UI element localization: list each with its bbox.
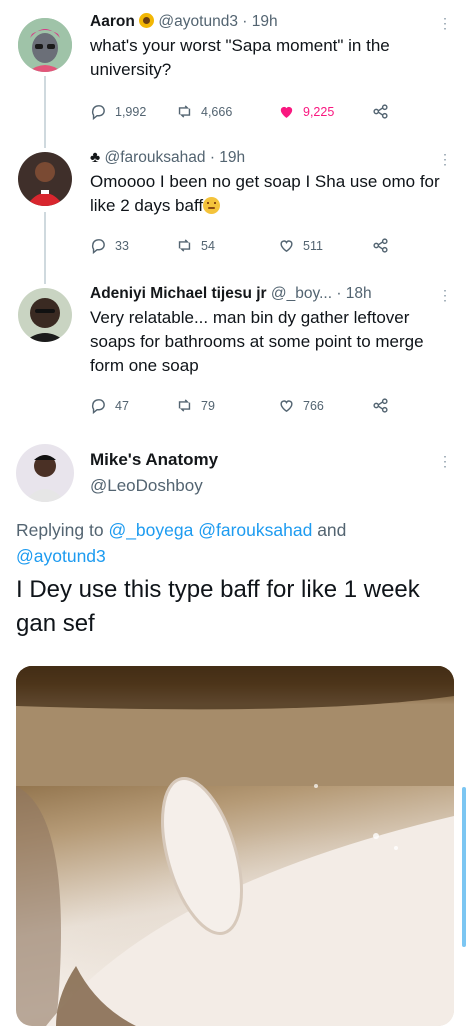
- retweet-count: 54: [201, 238, 215, 253]
- mention-link[interactable]: @farouksahad: [198, 520, 312, 540]
- avatar-farouksahad[interactable]: [18, 152, 72, 206]
- tweet-actions: 47 79 766: [90, 397, 390, 417]
- like-button[interactable]: 511: [278, 237, 323, 254]
- mention-link[interactable]: @_boyega: [108, 520, 193, 540]
- user-handle[interactable]: @_boy...: [271, 285, 332, 302]
- tweet-text: what's your worst "Sapa moment" in the u…: [90, 36, 390, 79]
- tweet-actions: 1,992 4,666 9,225: [90, 103, 390, 123]
- tweet-2[interactable]: ♣ @farouksahad · 19h Omoooo I been no ge…: [90, 148, 454, 218]
- retweet-button[interactable]: 54: [176, 237, 215, 254]
- retweet-button[interactable]: 4,666: [176, 103, 232, 120]
- weary-face-emoji-icon: [203, 197, 221, 214]
- main-tweet-text: I Dey use this type baff for like 1 week…: [16, 576, 420, 637]
- display-name[interactable]: Adeniyi Michael tijesu jr: [90, 285, 267, 302]
- timestamp[interactable]: · 19h: [242, 13, 277, 30]
- thread-line: [44, 76, 46, 148]
- club-suit-icon: ♣: [90, 149, 101, 166]
- like-button[interactable]: 9,225: [278, 103, 334, 120]
- thread-line: [44, 212, 46, 284]
- reply-button[interactable]: 33: [90, 237, 129, 254]
- retweet-icon: [178, 399, 191, 412]
- display-name[interactable]: Aaron: [90, 13, 135, 30]
- share-button[interactable]: [372, 397, 389, 414]
- reply-button[interactable]: 47: [90, 397, 129, 414]
- scrollbar-thumb[interactable]: [462, 787, 466, 947]
- tweet-text: Very relatable... man bin dy gather left…: [90, 308, 424, 375]
- like-count: 511: [303, 238, 323, 253]
- more-vertical-icon[interactable]: ⋮: [438, 152, 452, 166]
- retweet-count: 79: [201, 398, 215, 413]
- mention-link[interactable]: @ayotund3: [16, 546, 106, 566]
- user-handle[interactable]: @farouksahad: [104, 149, 205, 166]
- tweet-3[interactable]: Adeniyi Michael tijesu jr @_boy... · 18h…: [90, 284, 454, 378]
- reply-count: 1,992: [115, 104, 147, 119]
- avatar-photo-icon: [18, 152, 72, 206]
- tweet-text-content: Omoooo I been no get soap I Sha use omo …: [90, 172, 440, 215]
- reply-icon: [91, 239, 105, 254]
- share-icon: [373, 104, 388, 119]
- user-handle[interactable]: @ayotund3: [158, 13, 238, 30]
- replying-to-label: Replying to: [16, 520, 104, 540]
- tweet-text: Omoooo I been no get soap I Sha use omo …: [90, 170, 454, 218]
- user-handle[interactable]: @LeoDoshboy: [90, 474, 454, 498]
- like-count: 9,225: [303, 104, 335, 119]
- avatar-adeniyi[interactable]: [18, 288, 72, 342]
- replying-to: Replying to @_boyega @farouksahad and @a…: [16, 517, 450, 569]
- avatar-mikes-anatomy[interactable]: [16, 444, 74, 502]
- reply-icon: [91, 399, 105, 414]
- display-name[interactable]: Mike's Anatomy: [90, 448, 454, 472]
- heart-icon: [280, 400, 293, 413]
- reply-icon: [91, 105, 105, 120]
- timestamp[interactable]: · 19h: [210, 149, 245, 166]
- retweet-count: 4,666: [201, 104, 233, 119]
- tweet-actions: 33 54 511: [90, 237, 390, 257]
- share-icon: [373, 238, 388, 253]
- reply-button[interactable]: 1,992: [90, 103, 146, 120]
- like-count: 766: [303, 398, 324, 413]
- avatar-photo-icon: [16, 444, 74, 502]
- more-vertical-icon[interactable]: ⋮: [438, 288, 452, 302]
- soap-photo-illustration: [16, 666, 454, 1026]
- reply-count: 33: [115, 238, 129, 253]
- and-label: and: [317, 520, 347, 540]
- share-button[interactable]: [372, 103, 389, 120]
- heart-icon: [280, 240, 293, 253]
- share-icon: [373, 398, 388, 413]
- share-button[interactable]: [372, 237, 389, 254]
- tweet-1[interactable]: Aaron @ayotund3 · 19h what's your worst …: [90, 12, 454, 82]
- sunflower-emoji-icon: [139, 13, 155, 28]
- more-vertical-icon[interactable]: ⋮: [438, 454, 452, 468]
- like-button[interactable]: 766: [278, 397, 324, 414]
- avatar-illustration-icon: [18, 18, 72, 72]
- more-vertical-icon[interactable]: ⋮: [438, 16, 452, 30]
- heart-icon: [280, 106, 293, 118]
- avatar-photo-icon: [18, 288, 72, 342]
- tweet-media-photo[interactable]: [16, 666, 454, 1026]
- reply-count: 47: [115, 398, 129, 413]
- retweet-button[interactable]: 79: [176, 397, 215, 414]
- retweet-icon: [178, 105, 191, 118]
- retweet-icon: [178, 239, 191, 252]
- avatar-aaron[interactable]: [18, 18, 72, 72]
- timestamp[interactable]: · 18h: [336, 285, 371, 302]
- main-tweet-header[interactable]: Mike's Anatomy @LeoDoshboy: [90, 448, 454, 498]
